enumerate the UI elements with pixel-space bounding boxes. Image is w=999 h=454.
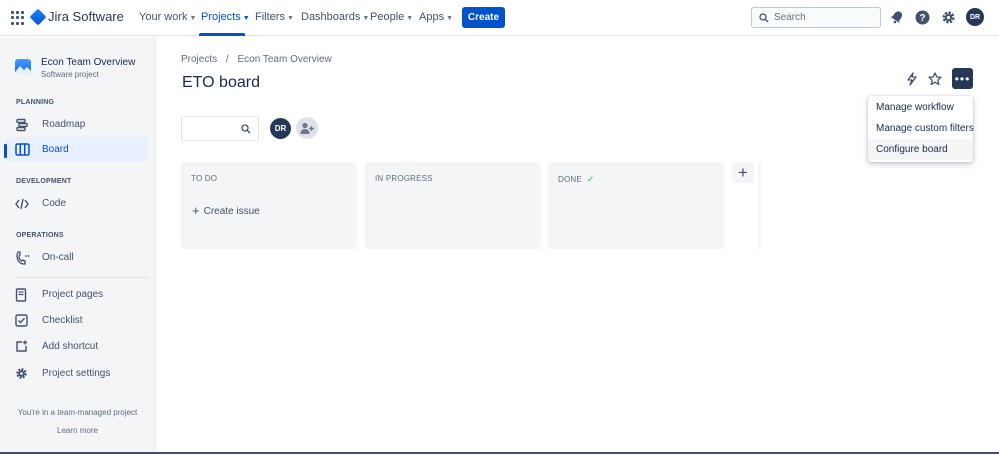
chevron-down-icon: ▼ [446, 15, 454, 22]
nav-apps[interactable]: Apps ▼ [419, 11, 453, 23]
nav-projects[interactable]: Projects ▼ [201, 11, 250, 23]
user-avatar[interactable]: DR [966, 8, 984, 26]
board-column-in-progress[interactable]: IN PROGRESS [365, 162, 541, 249]
breadcrumb-projects[interactable]: Projects [181, 54, 217, 65]
breadcrumb-separator: / [225, 54, 229, 65]
chevron-down-icon: ▼ [362, 15, 370, 22]
project-name[interactable]: Econ Team Overview [41, 57, 135, 68]
breadcrumb-project[interactable]: Econ Team Overview [237, 54, 331, 65]
breadcrumb: Projects / Econ Team Overview [181, 54, 332, 65]
svg-text:?: ? [919, 13, 925, 24]
board-search-input[interactable] [181, 116, 259, 141]
check-icon: ✓ [586, 174, 595, 184]
help-icon[interactable]: ? [914, 9, 930, 25]
board-column-done[interactable]: DONE ✓ [548, 162, 724, 249]
more-icon: ••• [954, 71, 971, 86]
sidebar-item-add-shortcut[interactable]: Add shortcut [6, 334, 148, 359]
pages-icon [15, 287, 37, 302]
section-title-operations: OPERATIONS [16, 232, 64, 239]
chevron-down-icon: ▼ [406, 15, 414, 22]
checklist-icon [15, 314, 37, 327]
menu-item-manage-custom-filters[interactable]: Manage custom filters [868, 118, 974, 139]
jira-logo[interactable]: Jira Software [29, 8, 124, 25]
settings-icon [15, 367, 37, 380]
jira-logo-icon [29, 8, 47, 25]
plus-icon: + [738, 162, 748, 182]
menu-item-configure-board[interactable]: Configure board [868, 139, 973, 160]
sidebar-item-on-call[interactable]: On-call [6, 245, 148, 270]
lightning-icon[interactable] [904, 71, 920, 87]
section-title-development: DEVELOPMENT [16, 178, 72, 185]
sidebar-item-code[interactable]: Code [6, 191, 148, 216]
board-icon [15, 143, 37, 156]
menu-item-manage-workflow[interactable]: Manage workflow [868, 97, 973, 118]
top-navigation: Jira Software Your work ▼ Projects ▼ Filte… [0, 0, 999, 36]
sidebar-item-project-settings[interactable]: Project settings [6, 361, 148, 386]
add-shortcut-icon [15, 340, 37, 353]
team-managed-note: You're in a team-managed project [17, 408, 138, 417]
create-button[interactable]: Create [462, 7, 505, 28]
chevron-down-icon: ▼ [286, 15, 294, 22]
column-title: IN PROGRESS [375, 174, 433, 183]
global-search[interactable] [751, 7, 881, 28]
add-column-button[interactable]: + [732, 162, 754, 183]
roadmap-icon [15, 118, 37, 132]
page-title: ETO board [182, 74, 260, 91]
add-people-button[interactable] [296, 117, 318, 139]
search-icon [241, 124, 251, 134]
project-avatar [15, 59, 31, 75]
nav-filters[interactable]: Filters ▼ [255, 11, 294, 23]
plus-icon: + [192, 203, 200, 218]
nav-people[interactable]: People ▼ [370, 11, 413, 23]
code-icon [15, 198, 37, 210]
star-icon[interactable] [927, 71, 943, 87]
sidebar-item-project-pages[interactable]: Project pages [6, 282, 148, 307]
column-title: DONE ✓ [558, 174, 595, 184]
sidebar-item-roadmap[interactable]: Roadmap [6, 112, 148, 137]
sidebar-item-checklist[interactable]: Checklist [6, 308, 148, 333]
sidebar-divider [16, 277, 149, 278]
nav-your-work[interactable]: Your work ▼ [139, 11, 196, 23]
sidebar-item-board[interactable]: Board [6, 137, 148, 162]
search-icon [759, 12, 769, 22]
settings-icon[interactable] [940, 9, 956, 25]
active-item-indicator [4, 144, 7, 158]
assignee-avatar[interactable]: DR [270, 118, 291, 139]
board-column-todo[interactable]: TO DO + Create issue [181, 162, 357, 249]
learn-more-link[interactable]: Learn more [0, 426, 155, 435]
search-input[interactable] [774, 12, 874, 23]
add-person-icon [300, 122, 314, 134]
section-title-planning: PLANNING [16, 99, 55, 106]
project-sidebar: Econ Team Overview Software project PLAN… [0, 37, 156, 454]
board-scroll-edge [758, 162, 761, 249]
on-call-icon [15, 250, 37, 265]
chevron-down-icon: ▼ [242, 15, 250, 22]
product-name: Jira Software [48, 9, 124, 24]
app-switcher-icon[interactable] [11, 11, 25, 25]
more-actions-menu: Manage workflow Manage custom filters Co… [868, 96, 974, 162]
project-type: Software project [41, 70, 99, 79]
chevron-down-icon: ▼ [189, 15, 197, 22]
active-nav-indicator [199, 33, 245, 36]
notifications-icon[interactable] [889, 9, 905, 25]
nav-dashboards[interactable]: Dashboards ▼ [301, 11, 369, 23]
more-actions-button[interactable]: ••• [952, 68, 973, 89]
create-issue-button[interactable]: + Create issue [192, 203, 260, 218]
column-title: TO DO [191, 174, 218, 183]
